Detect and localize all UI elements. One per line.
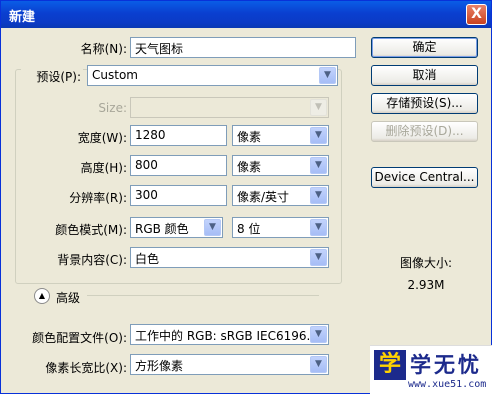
image-size-value: 2.93M bbox=[407, 278, 445, 292]
color-mode-select[interactable]: RGB 颜色 ▼ bbox=[130, 217, 223, 238]
chevron-down-icon[interactable]: ▼ bbox=[310, 356, 327, 373]
pixel-aspect-select[interactable]: 方形像素 ▼ bbox=[130, 354, 329, 375]
color-mode-value: RGB 颜色 bbox=[135, 222, 189, 236]
dialog-title: 新建 bbox=[9, 10, 36, 25]
preset-label: 预设(P): bbox=[21, 68, 83, 85]
chevron-down-icon[interactable]: ▼ bbox=[204, 219, 221, 236]
image-size-label: 图像大小: bbox=[399, 256, 453, 270]
height-unit-value: 像素 bbox=[237, 160, 262, 174]
bit-depth-select[interactable]: 8 位 ▼ bbox=[232, 217, 329, 238]
chevron-down-icon: ▼ bbox=[310, 99, 327, 116]
device-central-button[interactable]: Device Central... bbox=[371, 167, 478, 188]
width-label: 宽度(W): bbox=[77, 131, 127, 145]
watermark-text: 学无忧 bbox=[410, 353, 482, 377]
height-unit-select[interactable]: 像素 ▼ bbox=[232, 155, 329, 176]
chevron-down-icon[interactable]: ▼ bbox=[310, 127, 327, 144]
chevron-down-icon[interactable]: ▼ bbox=[310, 187, 327, 204]
size-select: ▼ bbox=[130, 97, 329, 118]
advanced-toggle-icon[interactable]: ▲ bbox=[34, 288, 50, 304]
chevron-down-icon[interactable]: ▼ bbox=[310, 249, 327, 266]
cancel-button[interactable]: 取消 bbox=[371, 65, 478, 86]
name-input[interactable]: 天气图标 bbox=[130, 37, 356, 58]
color-profile-select[interactable]: 工作中的 RGB: sRGB IEC6196... ▼ bbox=[130, 324, 329, 345]
height-label: 高度(H): bbox=[80, 161, 127, 175]
ok-button[interactable]: 确定 bbox=[371, 37, 478, 58]
width-unit-select[interactable]: 像素 ▼ bbox=[232, 125, 329, 146]
delete-preset-button: 删除预设(D)... bbox=[371, 121, 478, 142]
name-label: 名称(N): bbox=[80, 42, 127, 56]
pixel-aspect-value: 方形像素 bbox=[135, 359, 184, 373]
advanced-label: 高级 bbox=[56, 291, 81, 305]
background-value: 白色 bbox=[135, 252, 160, 266]
bit-depth-value: 8 位 bbox=[237, 222, 261, 236]
chevron-down-icon[interactable]: ▼ bbox=[310, 326, 327, 343]
background-select[interactable]: 白色 ▼ bbox=[130, 247, 329, 268]
width-input[interactable]: 1280 bbox=[130, 125, 227, 146]
advanced-divider bbox=[87, 295, 319, 296]
color-profile-value: 工作中的 RGB: sRGB IEC6196... bbox=[135, 329, 318, 343]
preset-select[interactable]: Custom ▼ bbox=[87, 65, 338, 86]
close-button[interactable]: X bbox=[466, 4, 487, 25]
background-label: 背景内容(C): bbox=[57, 253, 127, 267]
resolution-label: 分辨率(R): bbox=[69, 191, 127, 205]
chevron-down-icon[interactable]: ▼ bbox=[310, 219, 327, 236]
preset-value: Custom bbox=[92, 68, 138, 82]
resolution-unit-select[interactable]: 像素/英寸 ▼ bbox=[232, 185, 329, 206]
resolution-unit-value: 像素/英寸 bbox=[237, 190, 290, 204]
width-unit-value: 像素 bbox=[237, 130, 262, 144]
height-input[interactable]: 800 bbox=[130, 155, 227, 176]
color-profile-label: 颜色配置文件(O): bbox=[32, 331, 127, 345]
watermark: 学 学无忧 www.xue51.com bbox=[370, 345, 492, 394]
resolution-input[interactable]: 300 bbox=[130, 185, 227, 206]
pixel-aspect-label: 像素长宽比(X): bbox=[45, 361, 127, 375]
chevron-down-icon[interactable]: ▼ bbox=[310, 157, 327, 174]
size-label: Size: bbox=[98, 101, 127, 115]
new-document-dialog: 新建 X 名称(N): 天气图标 预设(P): Custom ▼ Size: ▼… bbox=[0, 0, 492, 394]
color-mode-label: 颜色模式(M): bbox=[55, 223, 127, 237]
watermark-url: www.xue51.com bbox=[408, 379, 487, 390]
title-bar[interactable]: 新建 X bbox=[1, 1, 491, 28]
watermark-logo-icon: 学 bbox=[374, 350, 406, 380]
save-preset-button[interactable]: 存储预设(S)... bbox=[371, 93, 478, 114]
chevron-down-icon[interactable]: ▼ bbox=[319, 67, 336, 84]
